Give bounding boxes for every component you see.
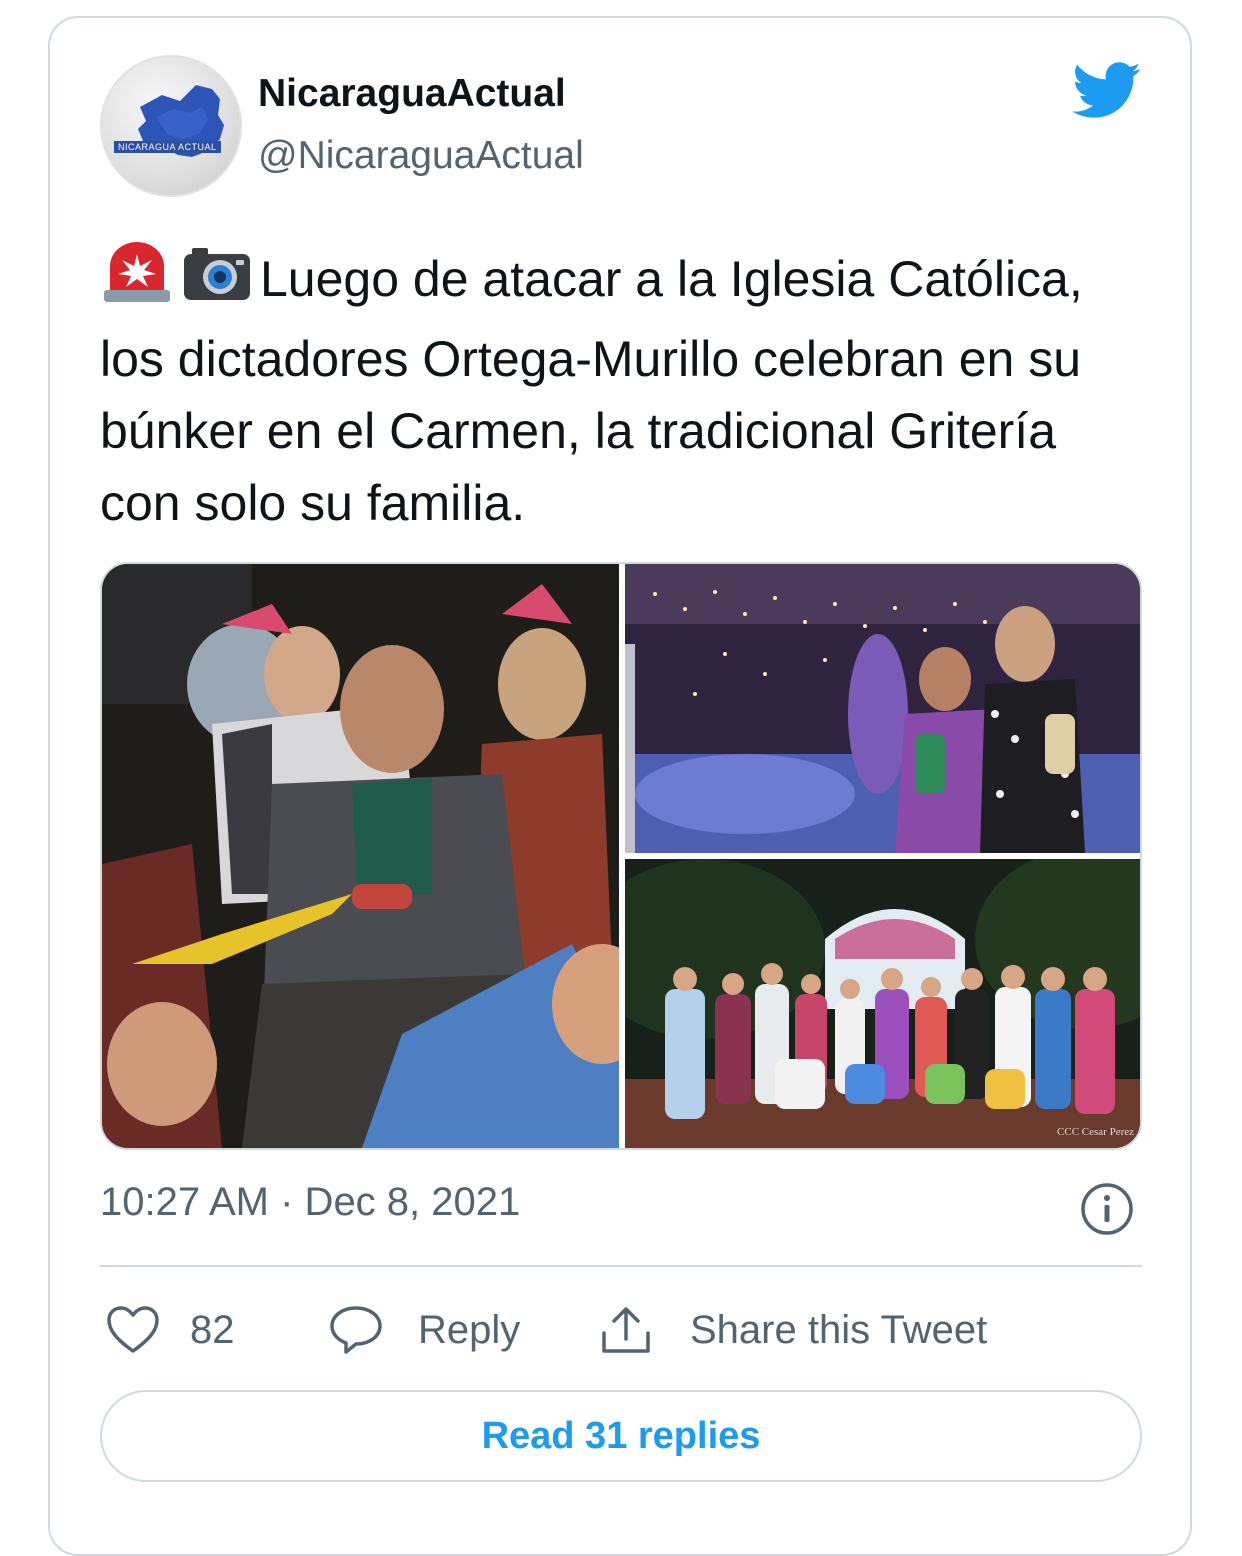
divider [100,1265,1142,1267]
author-name[interactable]: NicaraguaActual [258,72,566,116]
author-handle[interactable]: @NicaraguaActual [258,134,584,178]
tweet-media-grid[interactable]: CCC Cesar Perez [100,562,1142,1150]
nicaragua-map-logo [138,85,224,157]
heart-icon [107,1306,159,1353]
share-upload-icon [602,1307,650,1353]
photo-seated-man[interactable] [102,564,619,1148]
tweet-actions: 82 Reply Share this Tweet [100,1300,1142,1360]
author-avatar[interactable]: NICARAGUA ACTUAL [100,55,242,197]
rotating-light-emoji [100,240,174,323]
camera-emoji [180,240,254,323]
avatar-logo-text: NICARAGUA ACTUAL [114,141,221,153]
like-button[interactable]: 82 [106,1300,235,1360]
share-label: Share this Tweet [690,1307,988,1352]
tweet-text: Luego de atacar a la Iglesia Católica, l… [100,240,1150,539]
photo-altar-two-women[interactable] [625,564,1140,853]
photo-family-group[interactable]: CCC Cesar Perez [625,859,1140,1148]
reply-bubble-icon [330,1306,382,1354]
like-count: 82 [190,1307,235,1352]
tweet-timestamp[interactable]: 10:27 AM · Dec 8, 2021 [100,1180,520,1225]
info-icon[interactable] [1080,1182,1134,1236]
reply-button[interactable]: Reply [328,1300,520,1360]
reply-label: Reply [418,1307,521,1352]
photo-credit: CCC Cesar Perez [1057,1126,1134,1138]
read-replies-label: Read 31 replies [481,1414,761,1457]
twitter-bird-icon[interactable] [1072,62,1142,120]
share-button[interactable]: Share this Tweet [598,1300,987,1360]
read-replies-button[interactable]: Read 31 replies [100,1390,1142,1482]
